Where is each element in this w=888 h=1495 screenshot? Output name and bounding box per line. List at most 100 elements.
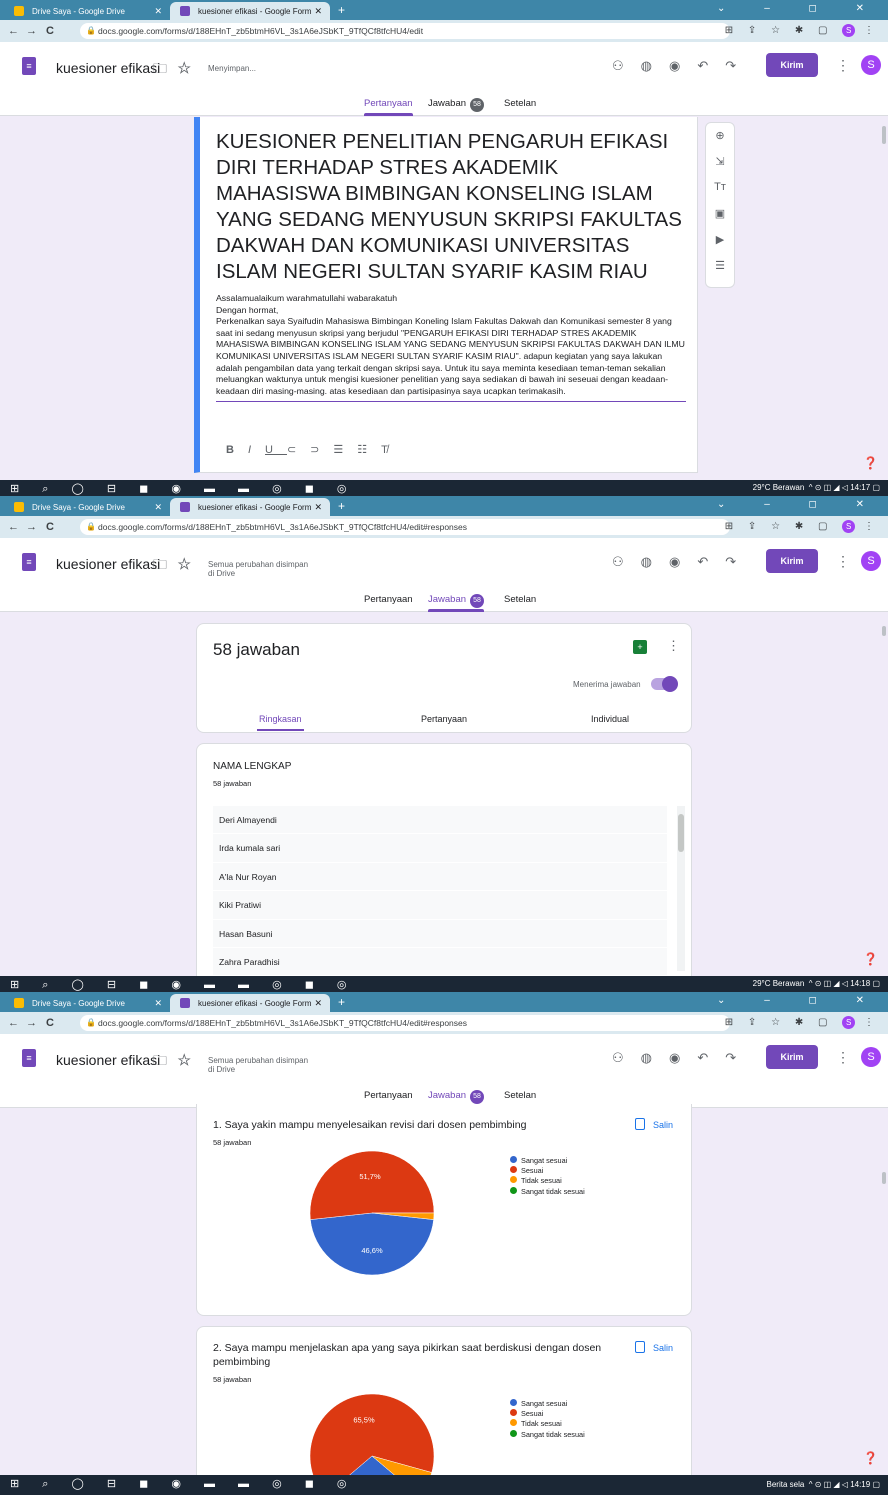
new-tab-icon[interactable]: + (338, 995, 345, 1009)
url-input[interactable]: 🔒 docs.google.com/forms/d/188EHnT_zb5btmH… (80, 519, 730, 535)
italic-icon[interactable]: I (248, 444, 265, 456)
tab-drive[interactable]: Drive Saya - Google Drive ✕ (4, 2, 170, 20)
more-icon[interactable]: ⋮ (836, 553, 850, 570)
window-controls[interactable]: ⌄ – ◻ ✕ (717, 995, 882, 1006)
import-questions-icon[interactable]: ⇲ (706, 149, 734, 175)
subtab-question[interactable]: Pertanyaan (421, 714, 467, 724)
add-video-icon[interactable]: ▶ (706, 227, 734, 253)
tab-forms[interactable]: kuesioner efikasi - Google Form ✕ (170, 2, 330, 20)
sheets-icon[interactable]: + (633, 640, 647, 654)
folder-star-icons[interactable]: 🗀☆ (153, 58, 201, 82)
help-icon[interactable]: ❓ (863, 456, 878, 470)
pie-slice-sangat-sesuai[interactable] (310, 1212, 434, 1276)
toolbar-icons[interactable]: ⚇◍◉↶↷ (612, 554, 753, 570)
close-icon[interactable]: ✕ (154, 6, 162, 17)
avatar[interactable]: S (861, 551, 881, 571)
reload-icon[interactable]: C (46, 1017, 54, 1029)
tab-questions[interactable]: Pertanyaan (364, 98, 413, 116)
accepting-toggle[interactable] (651, 676, 678, 692)
folder-star-icons[interactable]: 🗀☆ (153, 1050, 201, 1074)
send-button[interactable]: Kirim (766, 549, 818, 573)
form-title[interactable]: kuesioner efikasi (56, 556, 160, 572)
forms-logo-icon[interactable]: ≡ (22, 57, 36, 75)
tab-responses[interactable]: Jawaban 58 (428, 1090, 485, 1108)
more-icon[interactable]: ⋮ (667, 638, 680, 654)
copy-button[interactable]: Salin (635, 1118, 673, 1130)
close-icon[interactable]: ✕ (314, 6, 322, 17)
copy-button[interactable]: Salin (635, 1341, 673, 1353)
close-icon[interactable]: ✕ (314, 502, 322, 513)
help-icon[interactable]: ❓ (863, 1451, 878, 1465)
tab-settings[interactable]: Setelan (504, 1090, 536, 1101)
forms-logo-icon[interactable]: ≡ (22, 1049, 36, 1067)
add-section-icon[interactable]: ☰ (706, 253, 734, 279)
url-input[interactable]: 🔒 docs.google.com/forms/d/188EHnT_zb5btmH… (80, 23, 730, 39)
bold-icon[interactable]: B (226, 444, 248, 456)
taskbar-icons[interactable]: ⊞ ⌕ ◯ ⊟ ◼ ◉ ▬ ▬ ◎ ◼ ◎ (10, 482, 357, 496)
add-title-icon[interactable]: Tт (706, 175, 734, 201)
toolbar-icons[interactable]: ⚇◍◉↶↷ (612, 58, 753, 74)
subtab-summary[interactable]: Ringkasan (257, 714, 304, 731)
url-input[interactable]: 🔒 docs.google.com/forms/d/188EHnT_zb5btmH… (80, 1015, 730, 1031)
back-icon[interactable]: ← (8, 25, 19, 37)
tab-forms[interactable]: kuesioner efikasi - Google Form ✕ (170, 498, 330, 516)
subtab-individual[interactable]: Individual (591, 714, 629, 724)
avatar[interactable]: S (861, 1047, 881, 1067)
list-scroll-thumb[interactable] (678, 814, 684, 852)
forward-icon[interactable]: → (26, 1017, 37, 1029)
tab-questions[interactable]: Pertanyaan (364, 1090, 413, 1101)
tab-drive[interactable]: Drive Saya - Google Drive ✕ (4, 498, 170, 516)
reload-icon[interactable]: C (46, 25, 54, 37)
form-title[interactable]: kuesioner efikasi (56, 1052, 160, 1068)
tab-drive[interactable]: Drive Saya - Google Drive ✕ (4, 994, 170, 1012)
list-scrollbar[interactable] (677, 806, 685, 971)
tab-responses[interactable]: Jawaban 58 (428, 594, 485, 612)
toolbar-icons[interactable]: ⚇◍◉↶↷ (612, 1050, 753, 1066)
underline-icon[interactable]: U (265, 444, 287, 456)
clear-format-icon[interactable]: T̸ (381, 444, 402, 456)
extension-icons[interactable]: ⊞ ⇪ ☆ ✱ ▢ S ⋮ (725, 520, 880, 533)
window-controls[interactable]: ⌄ – ◻ ✕ (717, 3, 882, 14)
close-icon[interactable]: ✕ (154, 998, 162, 1009)
taskbar-icons[interactable]: ⊞ ⌕ ◯ ⊟ ◼ ◉ ▬ ▬ ◎ ◼ ◎ (10, 1477, 357, 1491)
scrollbar[interactable] (882, 126, 886, 144)
help-icon[interactable]: ❓ (863, 952, 878, 966)
extension-icons[interactable]: ⊞ ⇪ ☆ ✱ ▢ S ⋮ (725, 24, 880, 37)
form-heading[interactable]: KUESIONER PENELITIAN PENGARUH EFIKASI DI… (216, 129, 686, 285)
link-icon[interactable]: ⊂⊃ (287, 444, 333, 456)
more-icon[interactable]: ⋮ (836, 57, 850, 74)
back-icon[interactable]: ← (8, 521, 19, 533)
tab-questions[interactable]: Pertanyaan (364, 594, 413, 605)
new-tab-icon[interactable]: + (338, 499, 345, 513)
add-question-icon[interactable]: ⊕ (706, 123, 734, 149)
names-list[interactable]: Deri Almayendi Irda kumala sari A'la Nur… (213, 806, 667, 977)
folder-star-icons[interactable]: 🗀☆ (153, 554, 201, 578)
profile-icon[interactable]: S (842, 24, 856, 37)
back-icon[interactable]: ← (8, 1017, 19, 1029)
form-header-card[interactable]: KUESIONER PENELITIAN PENGARUH EFIKASI DI… (194, 117, 698, 473)
reload-icon[interactable]: C (46, 521, 54, 533)
pie-slice-sesuai[interactable] (309, 1150, 435, 1220)
window-controls[interactable]: ⌄ – ◻ ✕ (717, 499, 882, 510)
avatar[interactable]: S (861, 55, 881, 75)
profile-icon[interactable]: S (842, 520, 856, 533)
profile-icon[interactable]: S (842, 1016, 856, 1029)
numbered-list-icon[interactable]: ☰ (333, 444, 357, 456)
forward-icon[interactable]: → (26, 521, 37, 533)
tab-forms[interactable]: kuesioner efikasi - Google Form ✕ (170, 994, 330, 1012)
add-image-icon[interactable]: ▣ (706, 201, 734, 227)
tab-settings[interactable]: Setelan (504, 98, 536, 109)
send-button[interactable]: Kirim (766, 1045, 818, 1069)
send-button[interactable]: Kirim (766, 53, 818, 77)
format-toolbar[interactable]: BIU⊂⊃☰☷T̸ (226, 443, 402, 456)
close-icon[interactable]: ✕ (154, 502, 162, 513)
close-icon[interactable]: ✕ (314, 998, 322, 1009)
taskbar-icons[interactable]: ⊞ ⌕ ◯ ⊟ ◼ ◉ ▬ ▬ ◎ ◼ ◎ (10, 978, 357, 992)
forms-logo-icon[interactable]: ≡ (22, 553, 36, 571)
scrollbar[interactable] (882, 626, 886, 636)
more-icon[interactable]: ⋮ (836, 1049, 850, 1066)
scrollbar[interactable] (882, 1172, 886, 1184)
forward-icon[interactable]: → (26, 25, 37, 37)
new-tab-icon[interactable]: + (338, 3, 345, 17)
tab-settings[interactable]: Setelan (504, 594, 536, 605)
